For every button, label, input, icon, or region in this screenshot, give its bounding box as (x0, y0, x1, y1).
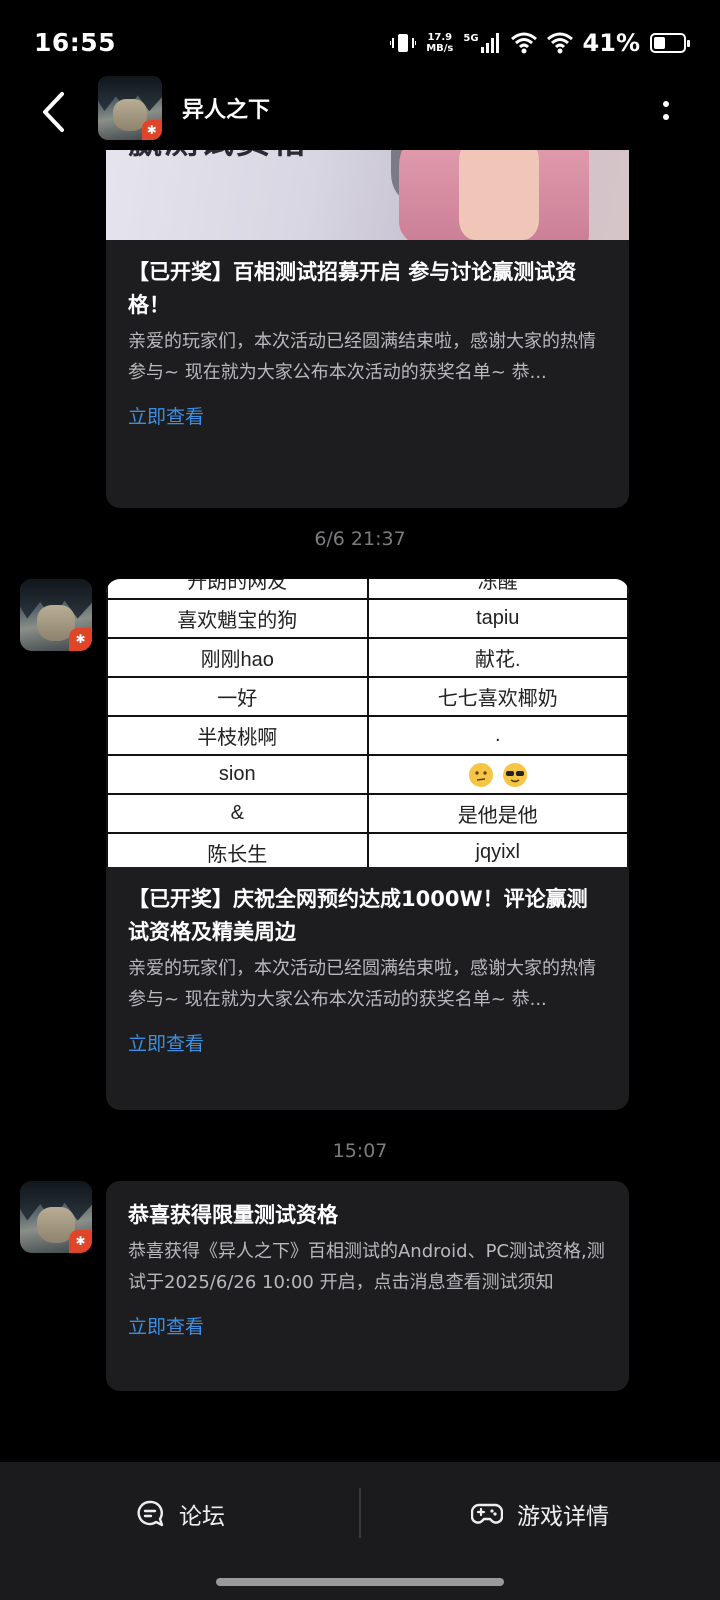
table-row: 开朗的网友 冻醒 (106, 579, 629, 600)
message-card[interactable]: 赢测试资格 【已开奖】百相测试招募开启 参与讨论赢测试资格！ 亲爱的玩家们，本次… (106, 150, 629, 508)
table-cell: sion (106, 754, 369, 795)
sender-avatar[interactable]: ✱ (20, 1181, 92, 1253)
sender-avatar[interactable]: ✱ (20, 579, 92, 651)
more-dot (663, 100, 669, 107)
table-cell: 是他是他 (366, 793, 629, 834)
back-button[interactable] (30, 84, 76, 140)
forum-tab-label: 论坛 (179, 1504, 225, 1530)
message-card[interactable]: 开朗的网友 冻醒 喜欢魈宝的狗 tapiu 刚刚hao 献花. 一好 七七喜欢椰奶 半枝… (106, 579, 629, 1110)
net-speed: 17.9 MB/s (426, 32, 453, 54)
view-now-link[interactable]: 立即查看 (128, 1312, 607, 1339)
table-row: 一好 七七喜欢椰奶 (106, 676, 629, 717)
table-cell: 献花. (366, 637, 629, 678)
network-type: 5G (463, 33, 479, 44)
net-speed-unit: MB/s (426, 43, 454, 54)
card-title: 恭喜获得限量测试资格 (128, 1203, 338, 1227)
table-cell: tapiu (366, 598, 629, 639)
table-cell: 半枝桃啊 (106, 715, 369, 756)
card-description: 恭喜获得《异人之下》百相测试的Android、PC测试资格,测试于2025/6/… (128, 1241, 605, 1293)
table-cell: . (366, 715, 629, 756)
neutral-face-emoji-icon (468, 762, 493, 787)
table-row: sion (106, 754, 629, 795)
table-cell: 开朗的网友 (106, 579, 369, 600)
table-cell: 冻醒 (366, 579, 629, 600)
forum-tab[interactable]: 论坛 (0, 1462, 360, 1566)
table-cell-emoji (366, 754, 629, 795)
table-cell: 喜欢魈宝的狗 (106, 598, 369, 639)
back-arrow-icon (43, 92, 64, 132)
table-cell: & (106, 793, 369, 834)
table-row: 半枝桃啊. (106, 715, 629, 756)
winners-table-image: 开朗的网友 冻醒 喜欢魈宝的狗 tapiu 刚刚hao 献花. 一好 七七喜欢椰奶 半枝… (106, 579, 629, 867)
card-banner-image: 赢测试资格 (106, 150, 629, 240)
sunglasses-emoji-icon (502, 762, 527, 787)
status-icons: 17.9 MB/s 5G 41% (390, 26, 690, 60)
table-cell: 七七喜欢椰奶 (366, 676, 629, 717)
wifi-icon-2 (546, 32, 573, 54)
gamepad-icon (471, 1503, 503, 1524)
winners-table: 开朗的网友 冻醒 喜欢魈宝的狗 tapiu 刚刚hao 献花. 一好 七七喜欢椰奶 半枝… (106, 579, 629, 867)
cellular-signal: 5G (463, 33, 500, 53)
timestamp: 6/6 21:37 (314, 528, 406, 550)
table-cell: 陈长生 (106, 832, 369, 867)
wifi-icon (510, 32, 537, 54)
table-row: 刚刚hao 献花. (106, 637, 629, 678)
battery-fill (654, 37, 666, 49)
table-cell: jqyixl (366, 832, 629, 867)
more-options-button[interactable] (656, 90, 676, 130)
page-title: 异人之下 (182, 98, 271, 123)
card-title: 【已开奖】百相测试招募开启 参与讨论赢测试资格！ (128, 260, 577, 317)
vibrate-icon (390, 34, 417, 52)
view-now-link[interactable]: 立即查看 (128, 402, 607, 429)
more-dot (663, 113, 669, 120)
forum-chat-icon (137, 1500, 164, 1527)
battery-percent: 41% (582, 29, 640, 57)
message-card[interactable]: 恭喜获得限量测试资格 恭喜获得《异人之下》百相测试的Android、PC测试资格… (106, 1181, 629, 1391)
net-speed-value: 17.9 (427, 32, 453, 43)
bottom-tab-bar: 论坛 游戏详情 (0, 1462, 720, 1600)
card-description: 亲爱的玩家们，本次活动已经圆满结束啦，感谢大家的热情参与~ 现在就为大家公布本次… (128, 958, 596, 1010)
banner-text: 赢测试资格 (128, 150, 308, 163)
table-cell: 刚刚hao (106, 637, 369, 678)
message-list[interactable]: 赢测试资格 【已开奖】百相测试招募开启 参与讨论赢测试资格！ 亲爱的玩家们，本次… (0, 150, 720, 1462)
card-title: 【已开奖】庆祝全网预约达成1000W！评论赢测试资格及精美周边 (128, 887, 588, 944)
timestamp: 15:07 (332, 1140, 388, 1162)
table-cell: 一好 (106, 676, 369, 717)
header-avatar[interactable]: ✱ (98, 76, 162, 140)
battery-icon (650, 33, 690, 53)
table-row: 陈长生 jqyixl (106, 832, 629, 867)
chat-header: ✱ 异人之下 (0, 74, 720, 150)
signal-bars-icon (480, 33, 499, 53)
status-time: 16:55 (34, 28, 117, 57)
game-details-tab-label: 游戏详情 (517, 1504, 609, 1530)
table-row: 喜欢魈宝的狗 tapiu (106, 598, 629, 639)
home-indicator[interactable] (216, 1578, 504, 1586)
card-description: 亲爱的玩家们，本次活动已经圆满结束啦，感谢大家的热情参与~ 现在就为大家公布本次… (128, 331, 596, 383)
game-details-tab[interactable]: 游戏详情 (360, 1462, 720, 1566)
view-now-link[interactable]: 立即查看 (128, 1029, 607, 1056)
table-row: & 是他是他 (106, 793, 629, 834)
